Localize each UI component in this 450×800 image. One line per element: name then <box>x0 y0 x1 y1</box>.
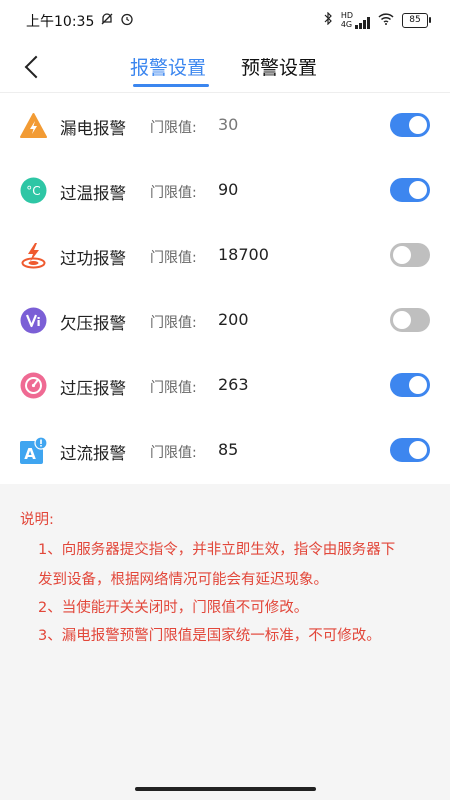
threshold-label: 门限值: <box>150 250 197 266</box>
alarm-row-overvoltage: 过压报警 门限值: 263 <box>0 353 450 418</box>
threshold-value[interactable]: 200 <box>218 310 249 329</box>
overvoltage-gauge-icon <box>20 372 47 399</box>
toggle-knob <box>393 246 411 264</box>
notes-panel: 说明: 1、向服务器提交指令，并非立即生效，指令由服务器下 发到设备，根据网络情… <box>0 484 450 800</box>
leakage-warning-icon <box>20 112 47 139</box>
over-power-alarm-toggle[interactable] <box>390 243 430 267</box>
cellular-signal-icon: HD 4G <box>341 11 370 29</box>
home-indicator[interactable] <box>135 787 316 791</box>
toggle-knob <box>409 181 427 199</box>
alarm-row-over-temperature: °C 过温报警 门限值: 90 <box>0 158 450 223</box>
undervoltage-icon <box>20 307 47 334</box>
undervoltage-alarm-toggle[interactable] <box>390 308 430 332</box>
threshold-label: 门限值: <box>150 185 197 201</box>
header: 报警设置 预警设置 <box>0 42 450 93</box>
overvoltage-alarm-toggle[interactable] <box>390 373 430 397</box>
toggle-knob <box>409 441 427 459</box>
status-time: 上午10:35 <box>26 14 95 30</box>
alarm-name: 过功报警 <box>60 249 126 268</box>
alarm-row-overcurrent: A 过流报警 门限值: 85 <box>0 418 450 483</box>
threshold-label: 门限值: <box>150 120 197 136</box>
alarm-row-undervoltage: 欠压报警 门限值: 200 <box>0 288 450 353</box>
alarm-name: 过压报警 <box>60 379 126 398</box>
toggle-knob <box>409 376 427 394</box>
wifi-icon <box>378 12 394 28</box>
note-line: 3、漏电报警预警门限值是国家统一标准，不可修改。 <box>38 628 381 644</box>
svg-text:A: A <box>24 445 36 463</box>
power-lightning-icon <box>20 242 47 269</box>
alarm-name: 欠压报警 <box>60 314 126 333</box>
overcurrent-alarm-toggle[interactable] <box>390 438 430 462</box>
tab-alarm-settings[interactable]: 报警设置 <box>130 53 206 80</box>
note-line: 发到设备，根据网络情况可能会有延迟现象。 <box>38 572 328 588</box>
toggle-knob <box>409 116 427 134</box>
threshold-label: 门限值: <box>150 380 197 396</box>
alarm-row-over-power: 过功报警 门限值: 18700 <box>0 223 450 288</box>
back-arrow-icon[interactable] <box>18 52 48 82</box>
alarm-row-leakage: 漏电报警 门限值: 30 <box>0 93 450 158</box>
over-temperature-alarm-toggle[interactable] <box>390 178 430 202</box>
notes-title: 说明: <box>20 512 54 528</box>
mute-notification-icon <box>100 12 114 30</box>
celsius-temperature-icon: °C <box>20 177 47 204</box>
threshold-value[interactable]: 263 <box>218 375 249 394</box>
threshold-label: 门限值: <box>150 315 197 331</box>
threshold-value[interactable]: 18700 <box>218 245 269 264</box>
leakage-alarm-toggle[interactable] <box>390 113 430 137</box>
alarm-clock-icon <box>120 12 134 30</box>
threshold-value[interactable]: 85 <box>218 440 238 459</box>
toggle-knob <box>393 311 411 329</box>
battery-icon: 85 <box>402 12 431 28</box>
bluetooth-icon <box>324 11 333 28</box>
svg-text:°C: °C <box>26 184 40 198</box>
status-right: HD 4G 85 <box>324 11 431 29</box>
note-line: 1、向服务器提交指令，并非立即生效，指令由服务器下 <box>38 542 396 558</box>
tab-warning-settings[interactable]: 预警设置 <box>241 53 317 80</box>
active-tab-indicator <box>133 84 209 87</box>
threshold-value: 30 <box>218 115 239 134</box>
alarm-name: 过流报警 <box>60 444 126 463</box>
alarm-name: 漏电报警 <box>60 119 126 138</box>
alarm-list: 漏电报警 门限值: 30 °C 过温报警 门限值: 90 过功报警 门限值: 1… <box>0 93 450 483</box>
threshold-label: 门限值: <box>150 445 197 461</box>
alarm-name: 过温报警 <box>60 184 126 203</box>
overcurrent-alert-icon: A <box>20 436 48 464</box>
note-line: 2、当使能开关关闭时，门限值不可修改。 <box>38 600 309 616</box>
status-bar: 上午10:35 HD 4G 85 <box>0 0 450 42</box>
status-left: 上午10:35 <box>26 11 134 31</box>
threshold-value[interactable]: 90 <box>218 180 238 199</box>
